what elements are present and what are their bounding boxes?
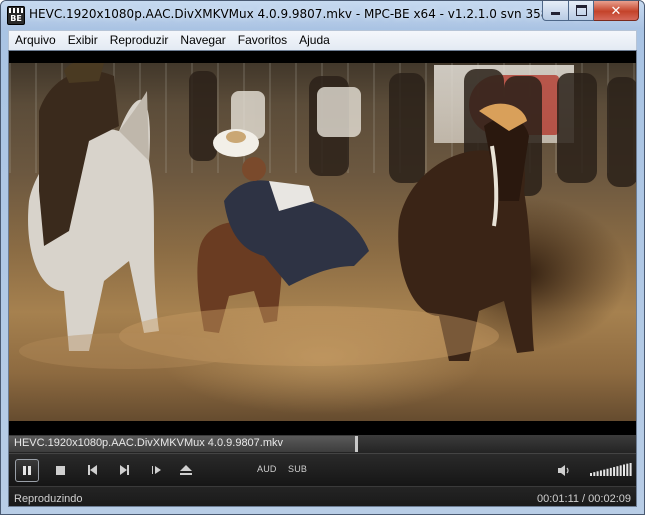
skip-back-icon [87,465,97,475]
menu-favoritos[interactable]: Favoritos [232,32,293,49]
play-pause-button[interactable] [15,459,39,482]
volume-bar [606,468,609,476]
seek-bar[interactable]: HEVC.1920x1080p.AAC.DivXMKVMux 4.0.9.980… [9,435,636,453]
subtitle-track-button[interactable]: SUB [288,464,307,474]
playback-toolbar: AUD SUB [9,453,636,487]
maximize-button[interactable] [569,1,594,21]
volume-bar [619,465,622,476]
menu-arquivo[interactable]: Arquivo [9,32,62,49]
menu-reproduzir[interactable]: Reproduzir [104,32,175,49]
menu-ajuda[interactable]: Ajuda [293,32,336,49]
volume-bar [593,472,596,476]
stop-button[interactable] [49,460,71,480]
menu-exibir[interactable]: Exibir [62,32,104,49]
letterbox-top [9,51,636,63]
volume-bar [603,469,606,476]
minimize-button[interactable] [542,1,569,21]
volume-slider[interactable] [590,463,633,477]
maximize-icon [575,5,587,16]
stop-icon [55,465,65,475]
app-logo-label: BE [10,14,22,23]
audio-track-button[interactable]: AUD [257,464,277,474]
volume-bar [599,470,602,476]
status-bar: Reproduzindo 00:01:11 / 00:02:09 [9,486,636,506]
close-button[interactable]: ✕ [594,1,639,21]
menu-bar: Arquivo Exibir Reproduzir Navegar Favori… [8,30,637,51]
playback-state: Reproduzindo [14,493,83,505]
player-area: HEVC.1920x1080p.AAC.DivXMKVMux 4.0.9.980… [8,50,637,507]
volume-bar [616,466,619,476]
app-logo-icon[interactable]: BE [7,6,25,25]
frame-step-button[interactable] [145,460,167,480]
speaker-icon[interactable] [557,464,571,477]
pause-icon [23,466,31,475]
volume-bar [626,463,629,476]
close-icon: ✕ [610,2,622,18]
eject-button[interactable] [175,460,197,480]
seek-filename: HEVC.1920x1080p.AAC.DivXMKVMux 4.0.9.980… [14,437,284,449]
volume-bar [596,471,599,476]
frame-step-icon [151,466,161,474]
rodeo-scene-illustration [19,59,636,369]
app-window: BE HEVC.1920x1080p.AAC.DivXMKVMux 4.0.9.… [0,0,645,515]
eject-icon [180,465,192,475]
volume-bar [623,464,625,476]
previous-button[interactable] [81,460,103,480]
skip-forward-icon [119,465,129,475]
menu-navegar[interactable]: Navegar [174,32,231,49]
volume-bar [609,467,612,476]
video-frame[interactable] [9,51,636,435]
playback-time: 00:01:11 / 00:02:09 [537,493,631,505]
volume-bar [629,463,632,476]
next-button[interactable] [113,460,135,480]
title-bar[interactable]: BE HEVC.1920x1080p.AAC.DivXMKVMux 4.0.9.… [1,1,644,29]
minimize-icon [551,12,560,15]
volume-bar [590,473,592,476]
window-controls: ✕ [542,1,639,21]
window-title: HEVC.1920x1080p.AAC.DivXMKVMux 4.0.9.980… [29,7,598,21]
letterbox-bottom [9,421,636,435]
volume-bar [613,467,616,476]
